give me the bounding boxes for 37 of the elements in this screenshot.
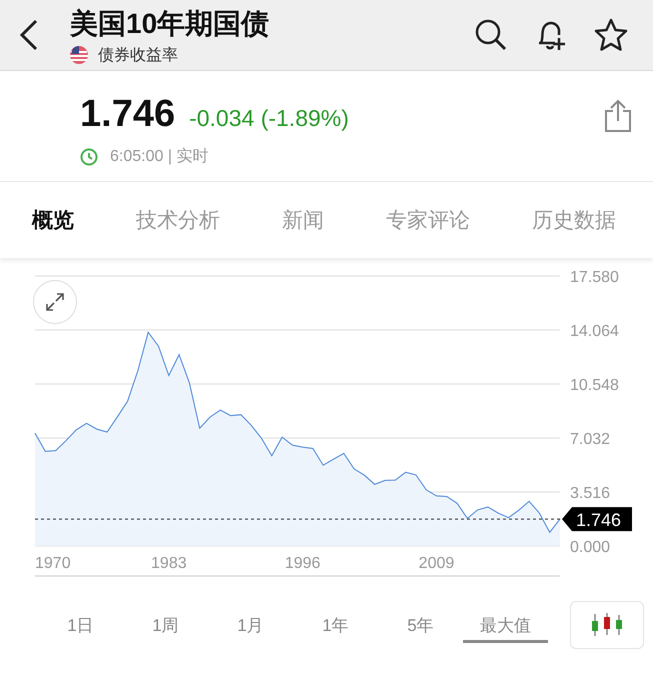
range-tab[interactable]: 5年: [378, 608, 463, 642]
tab[interactable]: 概览: [32, 206, 74, 234]
clock-icon: [80, 148, 98, 166]
range-tab[interactable]: 1年: [293, 608, 378, 642]
y-tick-label: 3.516: [570, 485, 610, 502]
tab[interactable]: 历史数据: [532, 206, 616, 234]
share-icon[interactable]: [603, 99, 633, 133]
tab[interactable]: 新闻: [282, 206, 324, 234]
price-tag: 1.746: [562, 507, 632, 532]
x-tick-label: 1970: [35, 555, 71, 572]
tab[interactable]: 技术分析: [136, 206, 220, 234]
star-icon[interactable]: [593, 17, 629, 53]
price: 1.746: [80, 93, 176, 136]
page-title: 美国10年期国债: [70, 6, 270, 40]
candlestick-button[interactable]: [570, 601, 644, 649]
subtitle: 债券收益率: [98, 46, 178, 66]
update-time: 6:05:00 | 实时: [110, 146, 208, 167]
x-tick-label: 1983: [151, 555, 187, 572]
y-tick-label: 10.548: [570, 377, 619, 394]
candlestick-icon: [590, 613, 624, 637]
range-tab[interactable]: 最大值: [463, 608, 548, 642]
expand-button[interactable]: [33, 280, 77, 324]
expand-icon: [44, 291, 66, 313]
y-tick-label: 7.032: [570, 431, 610, 448]
x-tick-label: 2009: [418, 555, 454, 572]
y-tick-label: 14.064: [570, 323, 619, 340]
range-tab[interactable]: 1月: [208, 608, 293, 642]
y-tick-label: 0.000: [570, 539, 610, 556]
x-tick-label: 1996: [284, 555, 320, 572]
annotation: 1.746: [576, 510, 622, 530]
range-tab[interactable]: 1日: [38, 608, 123, 642]
search-icon[interactable]: [473, 17, 509, 53]
tab[interactable]: 专家评论: [386, 206, 470, 234]
price-change: -0.034 (-1.89%): [189, 105, 349, 132]
flag-icon: [70, 46, 88, 64]
range-tab[interactable]: 1周: [123, 608, 208, 642]
y-tick-label: 17.580: [570, 269, 619, 286]
